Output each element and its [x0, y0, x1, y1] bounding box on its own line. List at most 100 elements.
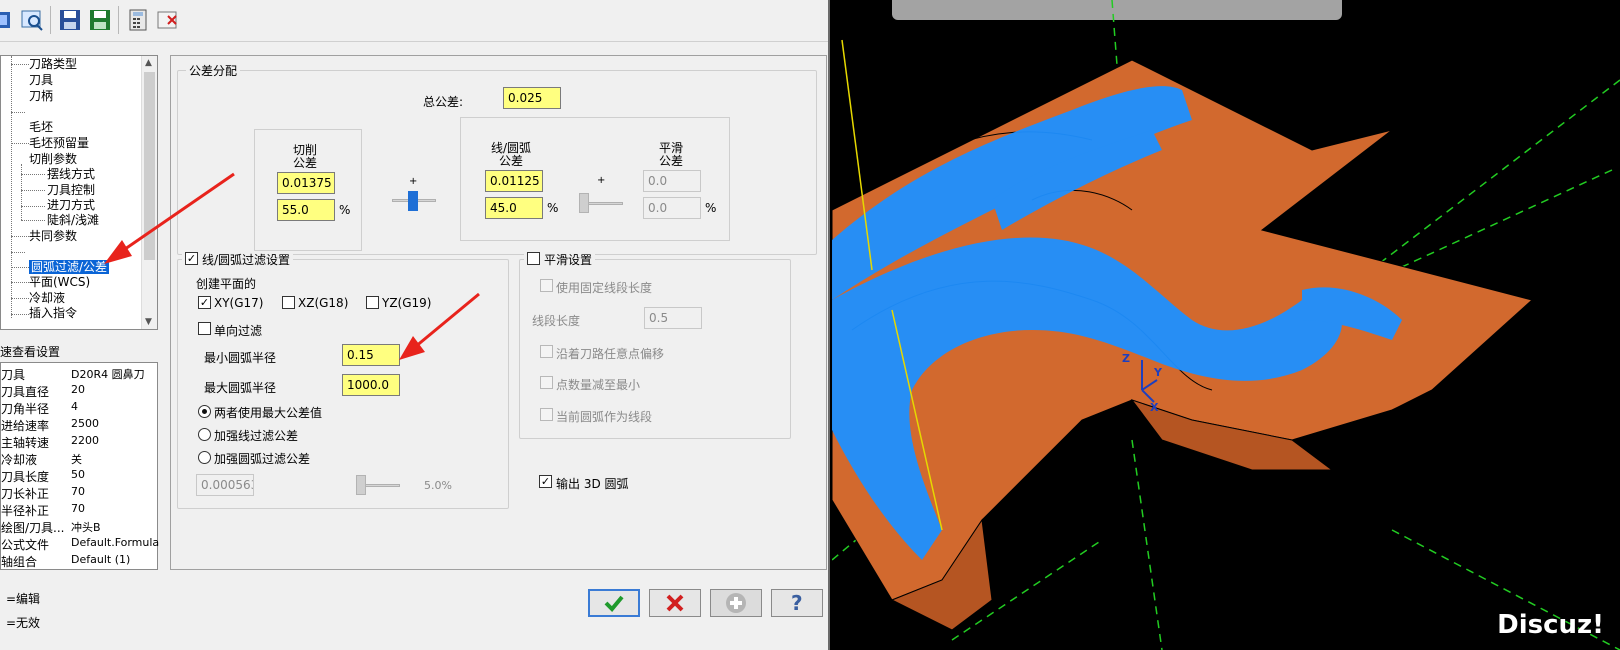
- clear-icon[interactable]: [156, 8, 180, 32]
- tree-item-stock[interactable]: 毛坯: [29, 120, 53, 135]
- xy-g17-checkbox[interactable]: ✓: [198, 296, 211, 309]
- minimize-points-label: 点数量减至最小: [556, 378, 641, 392]
- quick-key: 刀长补正: [1, 487, 50, 501]
- tree-item-holder[interactable]: 刀柄: [29, 89, 53, 104]
- disabled-legend: =无效: [6, 616, 41, 630]
- quick-key: 半径补正: [1, 504, 50, 518]
- close-icon: [666, 594, 684, 612]
- enhance-arc-filter-radio[interactable]: [198, 451, 211, 464]
- create-plane-label: 创建平面的: [196, 277, 257, 291]
- offset-any-point-checkbox[interactable]: [540, 345, 553, 358]
- quick-key: 轴组合: [1, 555, 38, 569]
- use-max-tolerance-label: 两者使用最大公差值: [214, 406, 323, 420]
- fixed-segment-label: 使用固定线段长度: [556, 281, 653, 295]
- check-icon: [604, 595, 624, 612]
- total-tolerance-label: 总公差:: [423, 95, 464, 109]
- scroll-down-icon[interactable]: ▼: [145, 317, 152, 327]
- quick-value: 20: [71, 383, 85, 396]
- save-as-icon[interactable]: [88, 8, 112, 32]
- tree-item-linking[interactable]: 共同参数: [29, 229, 77, 244]
- filter-icon[interactable]: [0, 8, 16, 32]
- filter-ratio-percent: 5.0%: [424, 479, 452, 492]
- quick-value: 2200: [71, 434, 99, 447]
- toolpath-parameters-dialog: 刀路类型 刀具 刀柄 毛坯 毛坯预留量 切削参数 摆线方式 刀具控制 进刀方式 …: [0, 0, 830, 650]
- tree-item-tool[interactable]: 刀具: [29, 73, 53, 88]
- percent-sign: %: [705, 201, 717, 215]
- smooth-tolerance-input[interactable]: 0.0: [643, 170, 701, 192]
- output-3d-arc-checkbox[interactable]: ✓: [539, 475, 552, 488]
- tree-item-arc-filter-tolerance[interactable]: 圆弧过滤/公差: [29, 260, 110, 275]
- xy-g17-label: XY(G17): [214, 296, 264, 310]
- arc-filter-tolerance-page: 公差分配 总公差: 0.025 切削 公差 0.01375 55.0 % + 线/…: [170, 55, 827, 570]
- quick-value: 50: [71, 468, 85, 481]
- cut-tolerance-box: 切削 公差 0.01375 55.0 %: [254, 129, 362, 251]
- linearc-tolerance-percent-input[interactable]: 45.0: [485, 197, 543, 219]
- enhance-arc-filter-label: 加强圆弧过滤公差: [214, 452, 311, 466]
- scroll-up-icon[interactable]: ▲: [145, 58, 152, 68]
- save-icon[interactable]: [58, 8, 82, 32]
- apply-button[interactable]: [710, 589, 762, 617]
- cut-tolerance-percent-input[interactable]: 55.0: [277, 199, 335, 221]
- filter-ratio-input[interactable]: 0.000563: [196, 474, 254, 496]
- tree-item-cut-parameters[interactable]: 切削参数: [29, 152, 77, 167]
- tree-item-steep-shallow[interactable]: 陡斜/浅滩: [47, 213, 99, 228]
- current-arc-checkbox[interactable]: [540, 408, 553, 421]
- calculator-icon[interactable]: [126, 8, 150, 32]
- smoothing-title[interactable]: 平滑设置: [524, 251, 596, 268]
- linearc-smooth-box: 线/圆弧 公差 0.01125 45.0 % + 平滑 公差 0.0 0.0 %: [460, 117, 730, 241]
- tree-item-coolant[interactable]: 冷却液: [29, 291, 65, 306]
- quick-key: 公式文件: [1, 538, 50, 552]
- total-tolerance-input[interactable]: 0.025: [503, 87, 561, 109]
- fixed-segment-checkbox[interactable]: [540, 279, 553, 292]
- one-way-filter-label: 单向过滤: [214, 324, 263, 338]
- one-way-filter-checkbox[interactable]: [198, 322, 211, 335]
- quick-value: D20R4 圆鼻刀: [71, 368, 145, 381]
- quick-value: 关: [71, 453, 82, 466]
- filter-ratio-slider-thumb[interactable]: [356, 475, 366, 495]
- xz-g18-label: XZ(G18): [298, 296, 349, 310]
- tree-item-misc-codes[interactable]: 插入指令: [29, 306, 77, 321]
- tree-item-trochoidal[interactable]: 摆线方式: [47, 167, 95, 182]
- help-icon: ?: [791, 592, 803, 614]
- quick-value: 70: [71, 485, 85, 498]
- smoothing-group: 平滑设置 使用固定线段长度 线段长度 0.5 沿着刀路任意点偏移 点数量减至最小…: [519, 251, 791, 439]
- tree-item-entry-method[interactable]: 进刀方式: [47, 198, 95, 213]
- dialog-toolbar: [0, 0, 828, 42]
- max-arc-radius-label: 最大圆弧半径: [204, 381, 277, 395]
- xz-g18-checkbox[interactable]: [282, 296, 295, 309]
- minimize-points-checkbox[interactable]: [540, 376, 553, 389]
- annotation-arrow: [399, 292, 480, 360]
- current-arc-label: 当前圆弧作为线段: [556, 410, 653, 424]
- max-arc-radius-input[interactable]: 1000.0: [342, 374, 400, 396]
- tree-item-planes-wcs[interactable]: 平面(WCS): [29, 275, 90, 290]
- min-arc-radius-input[interactable]: 0.15: [342, 344, 400, 366]
- smoothing-checkbox[interactable]: [527, 252, 540, 265]
- toolpath-model-view[interactable]: Z Y X: [832, 0, 1620, 650]
- linearc-tolerance-input[interactable]: 0.01125: [485, 170, 543, 192]
- quick-key: 刀具直径: [1, 385, 50, 399]
- linearc-smooth-slider-thumb[interactable]: [579, 193, 589, 213]
- tree-item-toolpath-type[interactable]: 刀路类型: [29, 57, 77, 72]
- tree-item-stock-to-leave[interactable]: 毛坯预留量: [29, 136, 89, 151]
- output-3d-arc-label: 输出 3D 圆弧: [556, 477, 629, 491]
- cut-tolerance-input[interactable]: 0.01375: [277, 172, 335, 194]
- x-axis-label: X: [1150, 401, 1159, 414]
- enhance-line-filter-radio[interactable]: [198, 428, 211, 441]
- plus-circle-icon: [726, 593, 746, 613]
- yz-g19-checkbox[interactable]: [366, 296, 379, 309]
- percent-sign: %: [547, 201, 559, 215]
- quick-key: 进给速率: [1, 419, 50, 433]
- quick-key: 刀具长度: [1, 470, 50, 484]
- use-max-tolerance-radio[interactable]: [198, 405, 211, 418]
- segment-length-input[interactable]: 0.5: [644, 307, 702, 329]
- z-axis-label: Z: [1122, 352, 1130, 365]
- help-button[interactable]: ?: [771, 589, 823, 617]
- ok-button[interactable]: [588, 589, 640, 617]
- 3d-graphics-viewport[interactable]: Z Y X Discuz!: [832, 0, 1620, 650]
- cut-linearc-slider-thumb[interactable]: [408, 191, 418, 211]
- smooth-tolerance-percent-input[interactable]: 0.0: [643, 197, 701, 219]
- preview-icon[interactable]: [20, 8, 44, 32]
- tree-item-tool-control[interactable]: 刀具控制: [47, 183, 95, 198]
- cut-tolerance-label: 切削 公差: [292, 143, 317, 170]
- cancel-button[interactable]: [649, 589, 701, 617]
